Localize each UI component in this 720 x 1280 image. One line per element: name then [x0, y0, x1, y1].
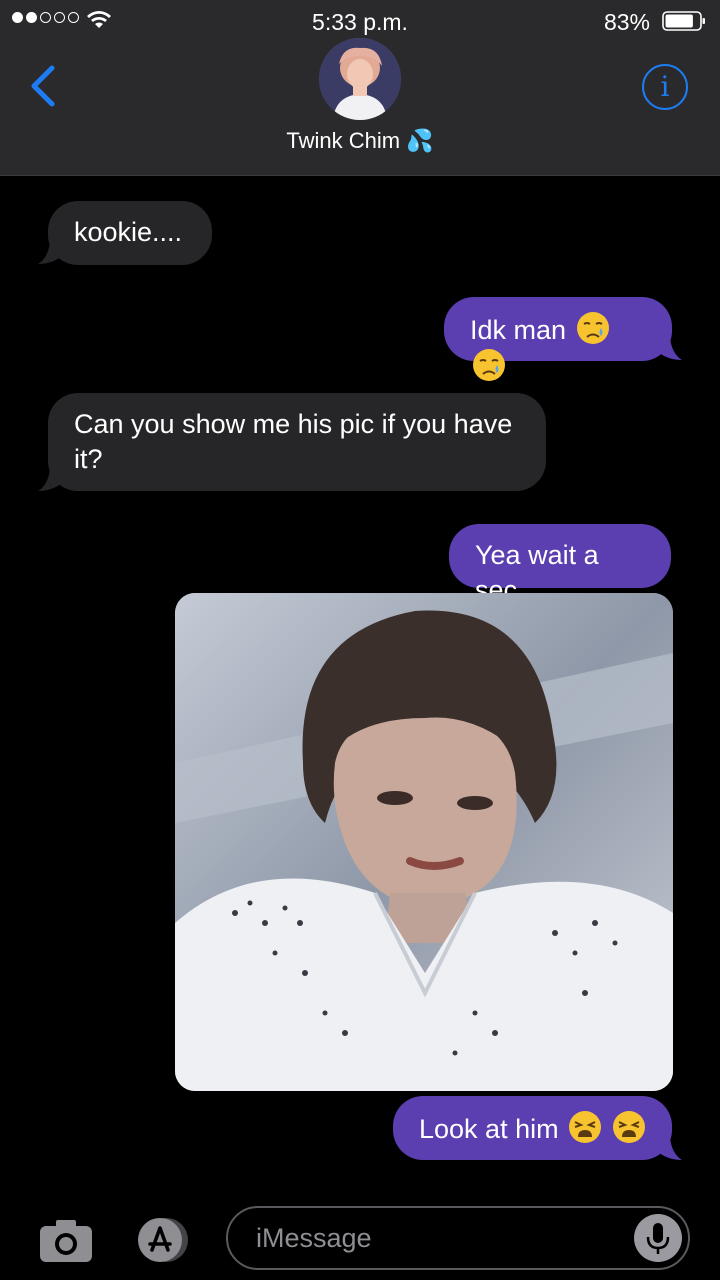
crying-face-emoji-icon: [473, 349, 505, 381]
camera-icon[interactable]: [38, 1216, 94, 1264]
battery-percent: 83%: [603, 9, 650, 35]
imessage-input[interactable]: iMessage: [226, 1206, 690, 1270]
message-text: Look at him: [419, 1114, 559, 1144]
message-text-line-1: Can you show me his pic if you have: [74, 409, 513, 439]
contact-name[interactable]: Twink Chim 💦: [0, 128, 720, 154]
photo-attachment[interactable]: [175, 593, 673, 1091]
info-icon[interactable]: i: [642, 64, 688, 110]
message-text-line-2: it?: [74, 444, 103, 474]
contact-avatar[interactable]: [319, 38, 401, 120]
crying-face-emoji-icon: [576, 312, 609, 344]
back-chevron-icon[interactable]: [26, 62, 62, 110]
message-text: kookie....: [74, 217, 183, 247]
message-bubble-incoming[interactable]: Can you show me his pic if you have it?: [48, 393, 546, 491]
conversation-header: 5:33 p.m. 83% Twink Chim 💦 i: [0, 0, 720, 176]
message-bubble-incoming[interactable]: kookie....: [48, 201, 212, 265]
message-bubble-outgoing[interactable]: Look at him: [393, 1096, 672, 1160]
battery-icon: [662, 11, 705, 31]
app-store-icon[interactable]: [130, 1216, 196, 1264]
tired-face-emoji-icon: [569, 1111, 602, 1143]
imessage-placeholder: iMessage: [256, 1223, 372, 1253]
message-bubble-outgoing[interactable]: Idk man: [444, 297, 672, 381]
message-text: Idk man: [470, 315, 567, 345]
microphone-icon[interactable]: [634, 1214, 682, 1262]
message-bubble-outgoing[interactable]: Yea wait a sec: [449, 524, 671, 605]
tired-face-emoji-icon: [612, 1111, 645, 1143]
